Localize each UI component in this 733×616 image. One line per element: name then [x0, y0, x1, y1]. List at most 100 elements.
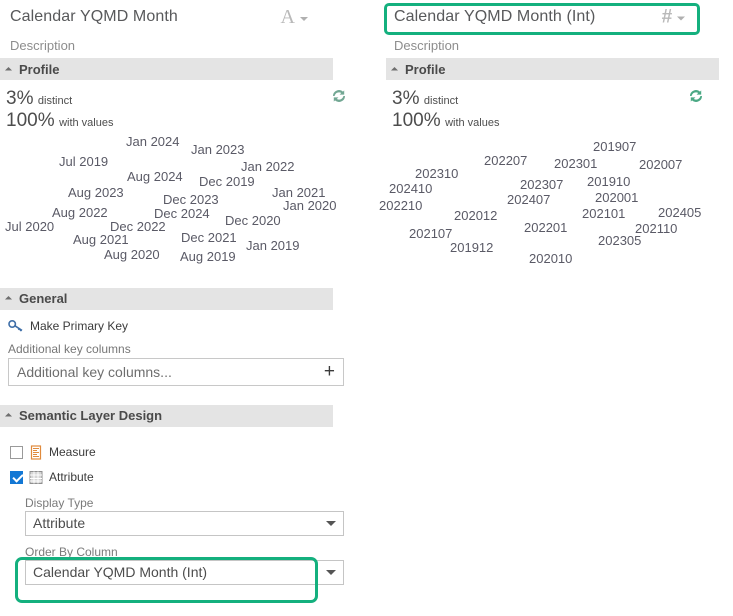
right-distinct-value: 3%: [392, 88, 419, 109]
word-cloud-term[interactable]: Jul 2020: [5, 219, 54, 234]
chevron-down-icon: [326, 570, 336, 575]
word-cloud-term[interactable]: Jan 2019: [246, 238, 300, 253]
left-profile-body: 3% distinct 100% with values: [0, 80, 366, 132]
left-profile-section-header[interactable]: Profile: [0, 58, 333, 80]
left-profile-header-label: Profile: [19, 63, 59, 76]
left-distinct-stat: 3% distinct: [6, 88, 366, 110]
word-cloud-term[interactable]: 202305: [598, 233, 641, 248]
left-with-values-label: with values: [59, 117, 113, 129]
chevron-down-icon: [677, 17, 685, 21]
word-cloud-term[interactable]: 202410: [389, 181, 432, 196]
word-cloud-term[interactable]: 202210: [379, 198, 422, 213]
right-column-name: Calendar YQMD Month (Int): [367, 8, 595, 26]
measure-icon: [29, 445, 43, 460]
word-cloud-term[interactable]: 202012: [454, 208, 497, 223]
semantic-layer-design-section-header[interactable]: Semantic Layer Design: [0, 405, 333, 427]
collapse-triangle-icon: [5, 66, 12, 73]
right-with-values-stat: 100% with values: [392, 110, 733, 132]
plus-icon[interactable]: +: [324, 362, 335, 381]
number-type-icon: #: [661, 8, 672, 27]
right-profile-section-header[interactable]: Profile: [386, 58, 719, 80]
semantic-layer-design-header-label: Semantic Layer Design: [19, 409, 162, 422]
word-cloud-term[interactable]: Aug 2020: [104, 247, 160, 262]
left-column-name: Calendar YQMD Month: [0, 8, 178, 26]
attribute-label: Attribute: [49, 470, 94, 484]
word-cloud-term[interactable]: Jan 2024: [126, 134, 180, 149]
word-cloud-term[interactable]: 202207: [484, 153, 527, 168]
word-cloud-term[interactable]: Jan 2023: [191, 142, 245, 157]
measure-row[interactable]: Measure: [0, 440, 366, 465]
word-cloud-term[interactable]: Dec 2023: [163, 192, 219, 207]
word-cloud-term[interactable]: Dec 2020: [225, 213, 281, 228]
right-with-values-value: 100%: [392, 110, 441, 131]
word-cloud-term[interactable]: Aug 2023: [68, 185, 124, 200]
measure-label: Measure: [49, 445, 96, 459]
right-distinct-label: distinct: [424, 95, 458, 107]
right-column-panel: Calendar YQMD Month (Int) # Description …: [367, 0, 733, 616]
word-cloud-term[interactable]: Jan 2022: [241, 159, 295, 174]
word-cloud-term[interactable]: Aug 2024: [127, 169, 183, 184]
word-cloud-term[interactable]: 202007: [639, 157, 682, 172]
word-cloud-term[interactable]: Aug 2019: [180, 249, 236, 264]
right-profile-header-label: Profile: [405, 63, 445, 76]
left-column-name-row[interactable]: Calendar YQMD Month A: [0, 0, 366, 34]
text-type-icon: A: [281, 7, 295, 27]
left-type-selector[interactable]: A: [281, 7, 308, 27]
word-cloud-term[interactable]: Jul 2019: [59, 154, 108, 169]
left-with-values-value: 100%: [6, 110, 55, 131]
word-cloud-term[interactable]: 202310: [415, 166, 458, 181]
left-distinct-label: distinct: [38, 95, 72, 107]
right-profile-body: 3% distinct 100% with values: [367, 80, 733, 132]
word-cloud-term[interactable]: 202010: [529, 251, 572, 266]
make-primary-key-button[interactable]: Make Primary Key: [0, 310, 366, 342]
refresh-icon[interactable]: [330, 87, 348, 105]
display-type-label: Display Type: [0, 496, 366, 510]
right-distinct-stat: 3% distinct: [392, 88, 733, 110]
word-cloud-term[interactable]: Jan 2020: [283, 198, 337, 213]
attribute-grid-icon: [29, 470, 43, 485]
left-distinct-value: 3%: [6, 88, 33, 109]
make-primary-key-label: Make Primary Key: [30, 319, 128, 333]
chevron-down-icon: [300, 17, 308, 21]
order-by-column-select[interactable]: Calendar YQMD Month (Int): [25, 560, 344, 585]
collapse-triangle-icon: [5, 413, 12, 420]
collapse-triangle-icon: [391, 66, 398, 73]
additional-key-columns-input[interactable]: Additional key columns... +: [8, 358, 344, 386]
right-word-cloud: 201907 202207 202301 202007 202310 201910 2023…: [367, 132, 733, 282]
display-type-select[interactable]: Attribute: [25, 511, 344, 536]
general-header-label: General: [19, 292, 67, 305]
chevron-down-icon: [326, 521, 336, 526]
word-cloud-term[interactable]: 202001: [595, 190, 638, 205]
measure-checkbox[interactable]: [10, 446, 23, 459]
additional-key-columns-label: Additional key columns: [0, 342, 366, 356]
word-cloud-term[interactable]: 202301: [554, 156, 597, 171]
attribute-checkbox[interactable]: [10, 471, 23, 484]
word-cloud-term[interactable]: 202405: [658, 205, 701, 220]
word-cloud-term[interactable]: Aug 2021: [73, 232, 129, 247]
word-cloud-term[interactable]: 201907: [593, 139, 636, 154]
word-cloud-term[interactable]: Aug 2022: [52, 205, 108, 220]
display-type-value: Attribute: [33, 515, 85, 531]
refresh-icon[interactable]: [687, 87, 705, 105]
order-by-column-value: Calendar YQMD Month (Int): [33, 564, 207, 580]
general-section-header[interactable]: General: [0, 288, 333, 310]
word-cloud-term[interactable]: 202201: [524, 220, 567, 235]
order-by-column-label: Order By Column: [0, 545, 366, 559]
left-column-panel: Calendar YQMD Month A Description Profil…: [0, 0, 366, 616]
word-cloud-term[interactable]: 202101: [582, 206, 625, 221]
attribute-row[interactable]: Attribute: [0, 465, 366, 490]
word-cloud-term[interactable]: 201910: [587, 174, 630, 189]
right-description[interactable]: Description: [367, 34, 733, 58]
word-cloud-term[interactable]: 201912: [450, 240, 493, 255]
right-type-selector[interactable]: #: [661, 8, 685, 27]
key-icon: [8, 319, 24, 333]
word-cloud-term[interactable]: 202407: [507, 192, 550, 207]
word-cloud-term[interactable]: 202307: [520, 177, 563, 192]
word-cloud-term[interactable]: 202107: [409, 226, 452, 241]
word-cloud-term[interactable]: Dec 2021: [181, 230, 237, 245]
left-with-values-stat: 100% with values: [6, 110, 366, 132]
word-cloud-term[interactable]: Dec 2019: [199, 174, 255, 189]
right-column-name-row[interactable]: Calendar YQMD Month (Int) #: [367, 0, 733, 34]
right-with-values-label: with values: [445, 117, 499, 129]
left-description[interactable]: Description: [0, 34, 366, 58]
